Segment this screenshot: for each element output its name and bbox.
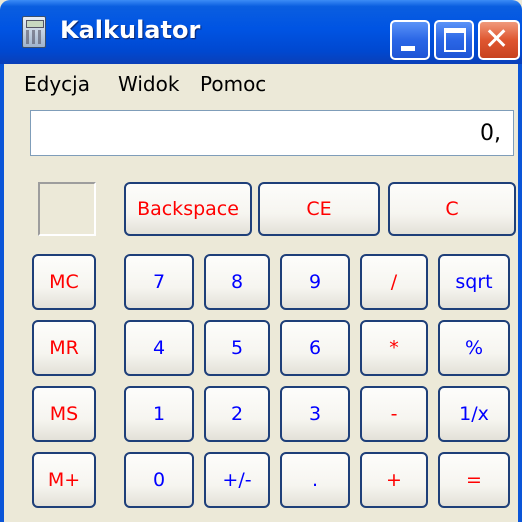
display-value: 0,	[480, 121, 501, 146]
memory-indicator	[38, 182, 96, 236]
digit-1-button[interactable]: 1	[124, 386, 194, 442]
digit-8-button[interactable]: 8	[204, 254, 270, 310]
minimize-button[interactable]	[390, 20, 430, 60]
menu-help[interactable]: Pomoc	[200, 72, 266, 96]
square-root-button[interactable]: sqrt	[438, 254, 510, 310]
digit-0-button[interactable]: 0	[124, 452, 194, 508]
multiply-button[interactable]: *	[360, 320, 428, 376]
memory-add-button[interactable]: M+	[32, 452, 96, 508]
menu-edit[interactable]: Edycja	[24, 72, 90, 96]
digit-2-button[interactable]: 2	[204, 386, 270, 442]
window-frame-left	[0, 64, 4, 522]
subtract-button[interactable]: -	[360, 386, 428, 442]
reciprocal-button[interactable]: 1/x	[438, 386, 510, 442]
calculator-window: Kalkulator ✕ Edycja Widok Pomoc 0, Backs…	[0, 0, 522, 522]
sign-toggle-button[interactable]: +/-	[204, 452, 270, 508]
add-button[interactable]: +	[360, 452, 428, 508]
clear-button[interactable]: C	[388, 182, 516, 236]
result-display: 0,	[30, 110, 514, 156]
digit-6-button[interactable]: 6	[280, 320, 350, 376]
title-bar[interactable]: Kalkulator ✕	[0, 0, 522, 64]
menu-view[interactable]: Widok	[118, 72, 179, 96]
maximize-button[interactable]	[434, 20, 474, 60]
close-button[interactable]: ✕	[478, 20, 520, 60]
window-title: Kalkulator	[60, 16, 201, 44]
digit-3-button[interactable]: 3	[280, 386, 350, 442]
digit-7-button[interactable]: 7	[124, 254, 194, 310]
divide-button[interactable]: /	[360, 254, 428, 310]
percent-button[interactable]: %	[438, 320, 510, 376]
window-frame-right	[518, 64, 522, 522]
digit-4-button[interactable]: 4	[124, 320, 194, 376]
equals-button[interactable]: =	[438, 452, 510, 508]
backspace-button[interactable]: Backspace	[124, 182, 252, 236]
minimize-icon	[401, 46, 415, 51]
memory-clear-button[interactable]: MC	[32, 254, 96, 310]
calculator-icon	[22, 16, 46, 48]
decimal-button[interactable]: .	[280, 452, 350, 508]
memory-store-button[interactable]: MS	[32, 386, 96, 442]
menu-bar: Edycja Widok Pomoc	[4, 64, 518, 104]
maximize-icon	[444, 28, 466, 52]
clear-entry-button[interactable]: CE	[258, 182, 380, 236]
digit-9-button[interactable]: 9	[280, 254, 350, 310]
memory-recall-button[interactable]: MR	[32, 320, 96, 376]
digit-5-button[interactable]: 5	[204, 320, 270, 376]
close-icon: ✕	[484, 22, 510, 57]
